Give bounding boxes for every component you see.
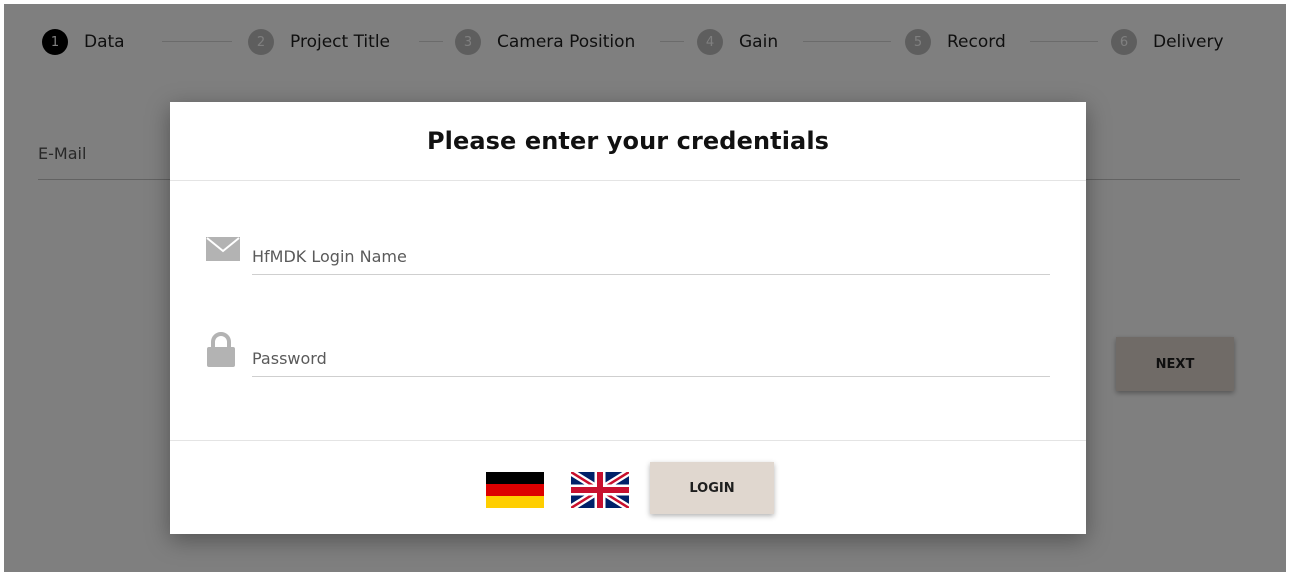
german-flag-icon[interactable]: [486, 472, 544, 508]
page: 1 Data 2 Project Title 3 Camera Position…: [0, 0, 1290, 572]
password-input[interactable]: [252, 342, 1050, 377]
envelope-icon: [206, 236, 240, 270]
lock-icon: [206, 332, 240, 367]
uk-flag-icon[interactable]: [569, 469, 631, 511]
login-dialog: Please enter your credentials HfMDK Logi…: [170, 102, 1086, 534]
dialog-title: Please enter your credentials: [426, 127, 830, 155]
dialog-footer: LOGIN: [170, 440, 1086, 535]
login-name-input[interactable]: [252, 240, 1050, 275]
dialog-header: Please enter your credentials: [170, 102, 1086, 181]
login-name-field: [206, 234, 1050, 284]
login-button[interactable]: LOGIN: [650, 462, 774, 514]
password-field: [206, 332, 1050, 382]
